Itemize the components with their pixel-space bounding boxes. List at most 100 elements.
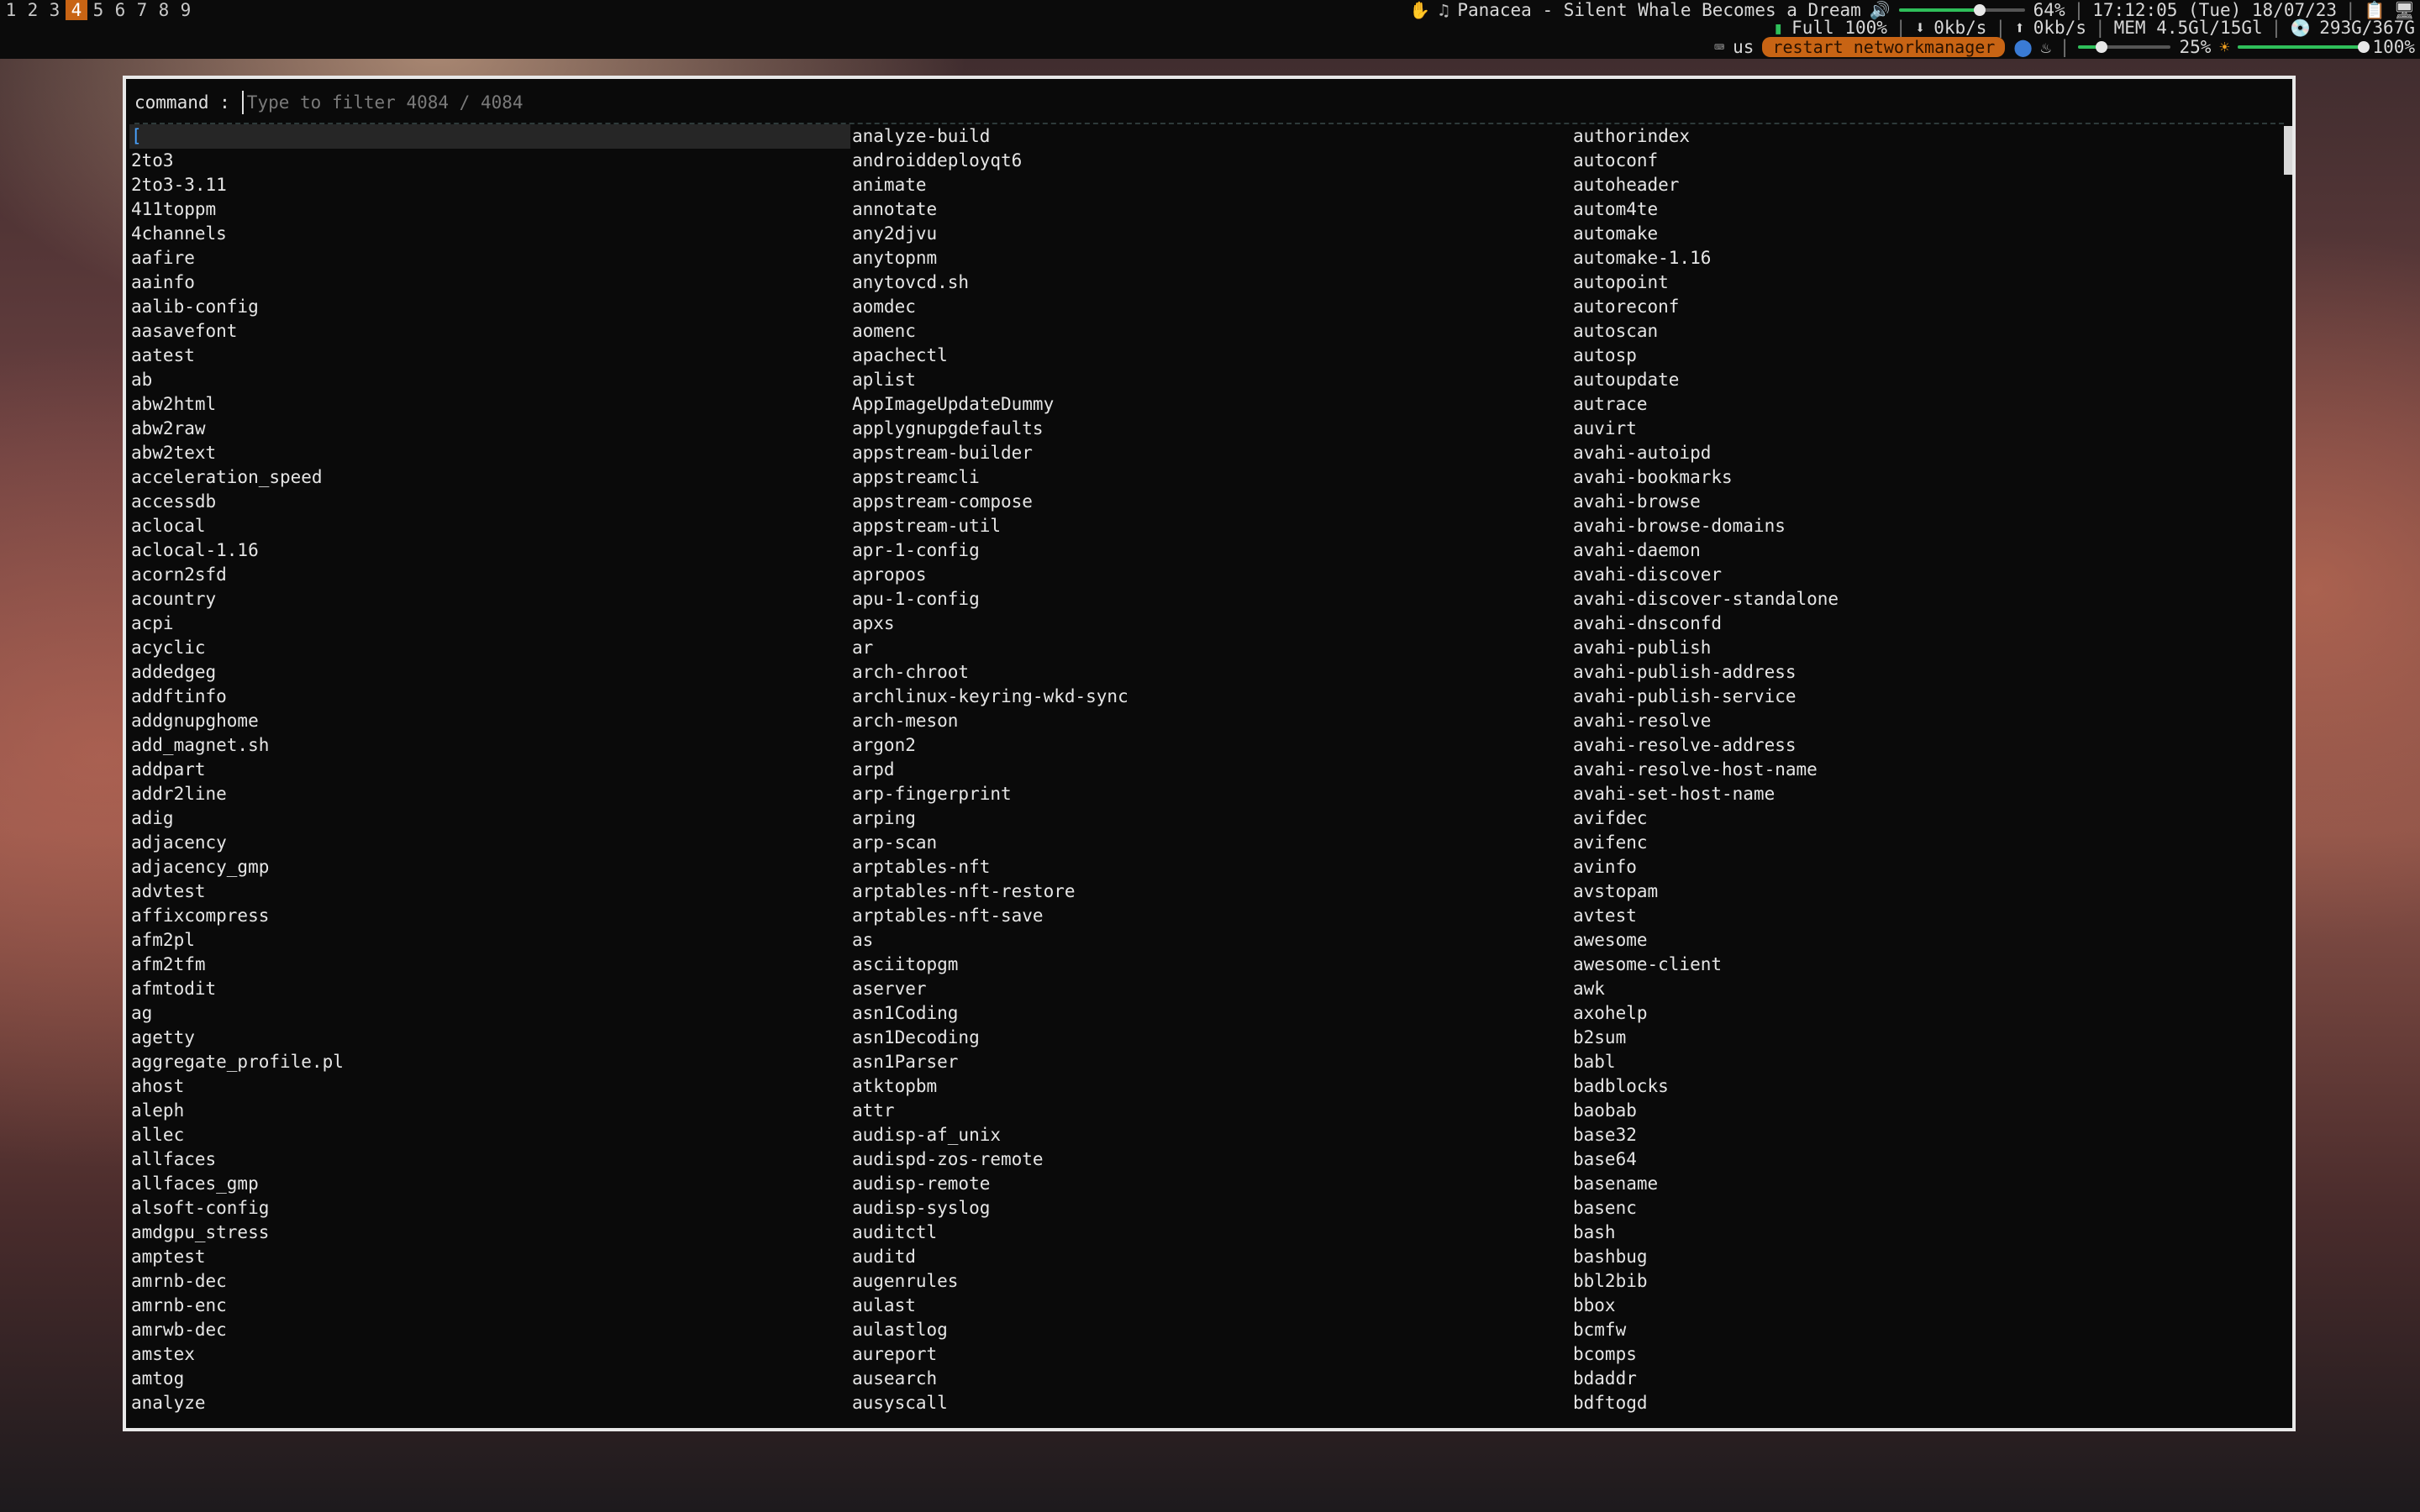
command-item[interactable]: archlinux-keyring-wkd-sync bbox=[850, 685, 1571, 709]
command-item[interactable]: avahi-set-host-name bbox=[1571, 782, 2281, 806]
command-item[interactable]: avahi-publish-address bbox=[1571, 660, 2281, 685]
command-item[interactable]: avahi-dnsconfd bbox=[1571, 612, 2281, 636]
command-item[interactable]: badblocks bbox=[1571, 1074, 2281, 1099]
command-item[interactable]: bcmfw bbox=[1571, 1318, 2281, 1342]
command-item[interactable]: arpd bbox=[850, 758, 1571, 782]
command-item[interactable]: basename bbox=[1571, 1172, 2281, 1196]
command-item[interactable]: arptables-nft bbox=[850, 855, 1571, 879]
command-item[interactable]: arping bbox=[850, 806, 1571, 831]
command-item[interactable]: bash bbox=[1571, 1221, 2281, 1245]
workspace-9[interactable]: 9 bbox=[175, 0, 197, 20]
command-item[interactable]: amptest bbox=[129, 1245, 850, 1269]
command-item[interactable]: abw2html bbox=[129, 392, 850, 417]
command-item[interactable]: base64 bbox=[1571, 1147, 2281, 1172]
command-item[interactable]: aasavefont bbox=[129, 319, 850, 344]
command-item[interactable]: autoscan bbox=[1571, 319, 2281, 344]
command-item[interactable]: basenc bbox=[1571, 1196, 2281, 1221]
command-item[interactable]: AppImageUpdateDummy bbox=[850, 392, 1571, 417]
command-item[interactable]: accessdb bbox=[129, 490, 850, 514]
command-item[interactable]: anytovcd.sh bbox=[850, 270, 1571, 295]
command-item[interactable]: arch-meson bbox=[850, 709, 1571, 733]
command-item[interactable]: baobab bbox=[1571, 1099, 2281, 1123]
command-item[interactable]: ausyscall bbox=[850, 1391, 1571, 1415]
keyboard-layout[interactable]: us bbox=[1733, 37, 1754, 57]
command-item[interactable]: auditctl bbox=[850, 1221, 1571, 1245]
brightness-slider[interactable] bbox=[2238, 41, 2370, 53]
command-item[interactable]: analyze bbox=[129, 1391, 850, 1415]
command-item[interactable]: arptables-nft-save bbox=[850, 904, 1571, 928]
command-item[interactable]: bashbug bbox=[1571, 1245, 2281, 1269]
command-item[interactable]: amrnb-enc bbox=[129, 1294, 850, 1318]
command-item[interactable]: avahi-browse bbox=[1571, 490, 2281, 514]
command-item[interactable]: appstream-builder bbox=[850, 441, 1571, 465]
command-item[interactable]: aomenc bbox=[850, 319, 1571, 344]
command-item[interactable]: aainfo bbox=[129, 270, 850, 295]
command-item[interactable]: arp-fingerprint bbox=[850, 782, 1571, 806]
command-item[interactable]: apachectl bbox=[850, 344, 1571, 368]
command-item[interactable]: apr-1-config bbox=[850, 538, 1571, 563]
command-item[interactable]: 4channels bbox=[129, 222, 850, 246]
command-item[interactable]: argon2 bbox=[850, 733, 1571, 758]
command-item[interactable]: addr2line bbox=[129, 782, 850, 806]
workspace-5[interactable]: 5 bbox=[87, 0, 109, 20]
command-item[interactable]: avahi-discover-standalone bbox=[1571, 587, 2281, 612]
workspace-1[interactable]: 1 bbox=[0, 0, 22, 20]
workspace-2[interactable]: 2 bbox=[22, 0, 44, 20]
volume-slider[interactable] bbox=[1898, 4, 2025, 16]
command-item[interactable]: acountry bbox=[129, 587, 850, 612]
command-item[interactable]: avahi-publish-service bbox=[1571, 685, 2281, 709]
command-item[interactable]: bbl2bib bbox=[1571, 1269, 2281, 1294]
command-item[interactable]: bdftogd bbox=[1571, 1391, 2281, 1415]
command-item[interactable]: addedgeg bbox=[129, 660, 850, 685]
command-item[interactable]: ag bbox=[129, 1001, 850, 1026]
workspace-4-active[interactable]: 4 bbox=[66, 0, 87, 20]
command-item[interactable]: afmtodit bbox=[129, 977, 850, 1001]
command-item[interactable]: abw2raw bbox=[129, 417, 850, 441]
command-item[interactable]: acorn2sfd bbox=[129, 563, 850, 587]
scrollbar-thumb[interactable] bbox=[2284, 126, 2292, 175]
command-item[interactable]: aulast bbox=[850, 1294, 1571, 1318]
command-item[interactable]: avahi-autoipd bbox=[1571, 441, 2281, 465]
command-item[interactable]: afm2pl bbox=[129, 928, 850, 953]
command-item[interactable]: ausearch bbox=[850, 1367, 1571, 1391]
command-item[interactable]: arptables-nft-restore bbox=[850, 879, 1571, 904]
command-item[interactable]: awk bbox=[1571, 977, 2281, 1001]
command-item[interactable]: addftinfo bbox=[129, 685, 850, 709]
command-item[interactable]: avstopam bbox=[1571, 879, 2281, 904]
command-item[interactable]: bbox bbox=[1571, 1294, 2281, 1318]
command-item[interactable]: advtest bbox=[129, 879, 850, 904]
command-item[interactable]: avahi-bookmarks bbox=[1571, 465, 2281, 490]
command-item[interactable]: authorindex bbox=[1571, 124, 2281, 149]
command-item[interactable]: anytopnm bbox=[850, 246, 1571, 270]
tooth-icon[interactable]: ♨ bbox=[2041, 37, 2051, 57]
command-item[interactable]: avinfo bbox=[1571, 855, 2281, 879]
command-item[interactable]: adig bbox=[129, 806, 850, 831]
command-item[interactable]: applygnupgdefaults bbox=[850, 417, 1571, 441]
command-item[interactable]: acpi bbox=[129, 612, 850, 636]
command-item[interactable]: auvirt bbox=[1571, 417, 2281, 441]
mic-slider-knob[interactable] bbox=[2095, 41, 2107, 53]
command-item[interactable]: appstream-util bbox=[850, 514, 1571, 538]
list-scrollbar[interactable] bbox=[2284, 126, 2292, 1420]
command-item[interactable]: audispd-zos-remote bbox=[850, 1147, 1571, 1172]
command-item[interactable]: affixcompress bbox=[129, 904, 850, 928]
command-item[interactable]: allfaces_gmp bbox=[129, 1172, 850, 1196]
command-item[interactable]: augenrules bbox=[850, 1269, 1571, 1294]
command-item[interactable]: aomdec bbox=[850, 295, 1571, 319]
command-item[interactable]: adjacency bbox=[129, 831, 850, 855]
command-item[interactable]: alsoft-config bbox=[129, 1196, 850, 1221]
command-item[interactable]: avahi-browse-domains bbox=[1571, 514, 2281, 538]
command-item[interactable]: autoreconf bbox=[1571, 295, 2281, 319]
workspace-8[interactable]: 8 bbox=[153, 0, 175, 20]
command-item[interactable]: appstream-compose bbox=[850, 490, 1571, 514]
volume-slider-knob[interactable] bbox=[1973, 4, 1986, 16]
command-item[interactable]: avtest bbox=[1571, 904, 2281, 928]
command-item[interactable]: autom4te bbox=[1571, 197, 2281, 222]
command-item[interactable]: adjacency_gmp bbox=[129, 855, 850, 879]
command-item[interactable]: amrnb-dec bbox=[129, 1269, 850, 1294]
command-item[interactable]: aclocal-1.16 bbox=[129, 538, 850, 563]
command-item[interactable]: annotate bbox=[850, 197, 1571, 222]
command-item[interactable]: add_magnet.sh bbox=[129, 733, 850, 758]
command-item[interactable]: amstex bbox=[129, 1342, 850, 1367]
command-item[interactable]: autoconf bbox=[1571, 149, 2281, 173]
